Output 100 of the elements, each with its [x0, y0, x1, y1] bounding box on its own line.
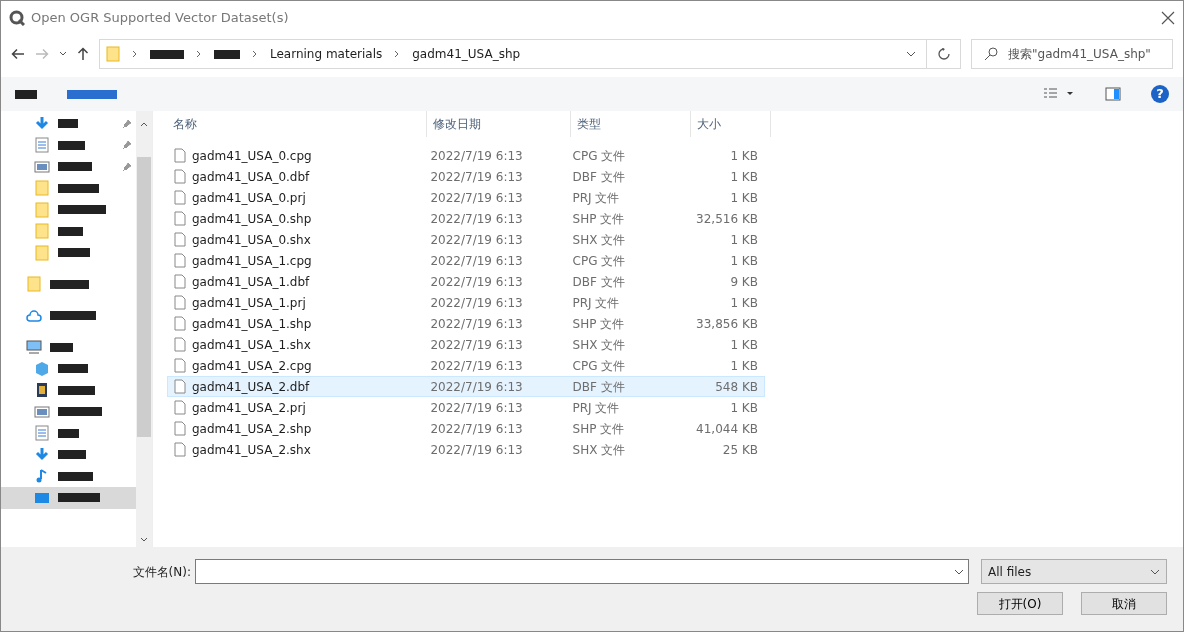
file-icon: [174, 211, 186, 226]
folder-icon: [34, 201, 50, 218]
cancel-button[interactable]: 取消: [1081, 592, 1167, 615]
table-cell-text: 1 KB: [729, 147, 759, 165]
table-cell-text: 2022/7/19 6:13: [429, 378, 524, 396]
sidebar-item[interactable]: [1, 487, 136, 509]
help-button[interactable]: ?: [1151, 85, 1169, 103]
file-name[interactable]: gadm41_USA_1.cpg: [192, 251, 312, 270]
file-name[interactable]: gadm41_USA_1.dbf: [192, 272, 310, 291]
refresh-icon[interactable]: [937, 48, 950, 60]
file-name[interactable]: gadm41_USA_0.cpg: [192, 146, 312, 165]
scroll-down-icon[interactable]: [140, 537, 148, 543]
column-header[interactable]: 名称: [167, 111, 427, 137]
redacted-label: [58, 226, 83, 236]
table-cell-text: DBF 文件: [571, 378, 626, 396]
file-name[interactable]: gadm41_USA_1.prj: [192, 293, 306, 312]
redacted-label: [58, 493, 100, 503]
file-row[interactable]: gadm41_USA_2.shx 2022/7/19 6:13 SHX 文件 25 KB: [167, 439, 765, 460]
up-arrow-icon[interactable]: [77, 47, 89, 61]
filename-field[interactable]: [195, 559, 969, 584]
file-name[interactable]: gadm41_USA_2.shp: [192, 419, 312, 438]
picture-icon: [34, 158, 50, 175]
preview-pane-icon[interactable]: [1105, 87, 1121, 101]
breadcrumb-item[interactable]: gadm41_USA_shp: [412, 45, 521, 63]
file-type-dropdown[interactable]: All files: [981, 559, 1167, 584]
redacted-label: [58, 205, 106, 215]
table-cell-text: DBF 文件: [571, 168, 626, 186]
table-cell-text: 9 KB: [729, 273, 759, 291]
column-header[interactable]: 修改日期: [427, 111, 571, 137]
redacted-label: [58, 183, 99, 193]
column-header[interactable]: 类型: [571, 111, 691, 137]
redacted-label: [58, 471, 93, 481]
chevron-icon: [196, 50, 202, 58]
file-name[interactable]: gadm41_USA_1.shp: [192, 314, 312, 333]
file-row[interactable]: gadm41_USA_0.dbf 2022/7/19 6:13 DBF 文件 1 KB: [167, 166, 765, 187]
view-options-icon[interactable]: [1043, 88, 1075, 100]
file-name[interactable]: gadm41_USA_2.cpg: [192, 356, 312, 375]
back-arrow-icon[interactable]: [11, 48, 25, 60]
file-icon: [174, 232, 186, 247]
dropdown-caret-icon: [1150, 568, 1160, 575]
scroll-up-icon[interactable]: [140, 121, 148, 127]
recent-caret-icon[interactable]: [59, 51, 67, 57]
table-cell-text: 1 KB: [729, 336, 759, 354]
file-row[interactable]: gadm41_USA_1.dbf 2022/7/19 6:13 DBF 文件 9 KB: [167, 271, 765, 292]
file-name[interactable]: gadm41_USA_0.shx: [192, 230, 311, 249]
file-row[interactable]: gadm41_USA_0.cpg 2022/7/19 6:13 CPG 文件 1 KB: [167, 145, 765, 166]
file-icon: [174, 442, 186, 457]
table-cell-text: 2022/7/19 6:13: [429, 147, 524, 165]
table-cell-text: 1 KB: [729, 189, 759, 207]
window-title: Open OGR Supported Vector Dataset(s): [31, 9, 290, 28]
download-arrow-icon: [34, 115, 50, 132]
file-row[interactable]: gadm41_USA_1.shx 2022/7/19 6:13 SHX 文件 1 KB: [167, 334, 765, 355]
folder-icon: [26, 276, 42, 293]
table-cell-text: SHX 文件: [571, 336, 627, 354]
column-header[interactable]: 大小: [691, 111, 771, 137]
picture-icon: [34, 403, 50, 420]
table-cell-text: SHP 文件: [571, 210, 626, 228]
search-field[interactable]: 搜索"gadm41_USA_shp": [971, 39, 1173, 69]
table-cell-text: PRJ 文件: [571, 189, 621, 207]
file-row[interactable]: gadm41_USA_1.shp 2022/7/19 6:13 SHP 文件 33,856 KB: [167, 313, 765, 334]
file-name[interactable]: gadm41_USA_1.shx: [192, 335, 311, 354]
dropdown-caret-icon[interactable]: [906, 51, 916, 57]
file-row[interactable]: gadm41_USA_0.shp 2022/7/19 6:13 SHP 文件 32,516 KB: [167, 208, 765, 229]
table-cell-text: 2022/7/19 6:13: [429, 315, 524, 333]
open-button[interactable]: 打开(O): [977, 592, 1063, 615]
redacted-label: [15, 89, 37, 99]
file-name[interactable]: gadm41_USA_0.shp: [192, 209, 312, 228]
file-row[interactable]: gadm41_USA_2.dbf 2022/7/19 6:13 DBF 文件 548 KB: [167, 376, 765, 397]
breadcrumb-item[interactable]: Learning materials: [270, 45, 383, 63]
file-row[interactable]: gadm41_USA_1.prj 2022/7/19 6:13 PRJ 文件 1 KB: [167, 292, 765, 313]
redacted-label: [58, 162, 92, 172]
file-name[interactable]: gadm41_USA_2.shx: [192, 440, 311, 459]
table-cell-text: 2022/7/19 6:13: [429, 252, 524, 270]
table-cell-text: 548 KB: [714, 378, 759, 396]
file-row[interactable]: gadm41_USA_0.prj 2022/7/19 6:13 PRJ 文件 1 KB: [167, 187, 765, 208]
app-logo-icon: [9, 10, 25, 26]
cube-icon: [34, 360, 50, 377]
table-cell-text: 2022/7/19 6:13: [429, 399, 524, 417]
file-name[interactable]: gadm41_USA_0.prj: [192, 188, 306, 207]
file-icon: [174, 379, 186, 394]
file-name[interactable]: gadm41_USA_2.dbf: [192, 377, 310, 396]
file-name[interactable]: gadm41_USA_0.dbf: [192, 167, 310, 186]
file-row[interactable]: gadm41_USA_2.shp 2022/7/19 6:13 SHP 文件 41,044 KB: [167, 418, 765, 439]
file-row[interactable]: gadm41_USA_2.prj 2022/7/19 6:13 PRJ 文件 1 KB: [167, 397, 765, 418]
redacted-label: [150, 49, 184, 59]
file-name[interactable]: gadm41_USA_2.prj: [192, 398, 306, 417]
table-cell-text: CPG 文件: [571, 147, 627, 165]
file-row[interactable]: gadm41_USA_1.cpg 2022/7/19 6:13 CPG 文件 1 KB: [167, 250, 765, 271]
folder-icon: [106, 46, 120, 62]
download-arrow-icon: [34, 446, 50, 463]
table-cell-text: SHP 文件: [571, 420, 626, 438]
scrollbar-thumb[interactable]: [137, 157, 151, 437]
close-icon[interactable]: [1161, 11, 1175, 25]
file-row[interactable]: gadm41_USA_2.cpg 2022/7/19 6:13 CPG 文件 1 KB: [167, 355, 765, 376]
file-icon: [174, 190, 186, 205]
file-icon: [174, 400, 186, 415]
table-cell-text: 32,516 KB: [695, 210, 759, 228]
file-row[interactable]: gadm41_USA_0.shx 2022/7/19 6:13 SHX 文件 1 KB: [167, 229, 765, 250]
table-cell-text: 41,044 KB: [695, 420, 759, 438]
cloud-icon: [26, 307, 42, 324]
